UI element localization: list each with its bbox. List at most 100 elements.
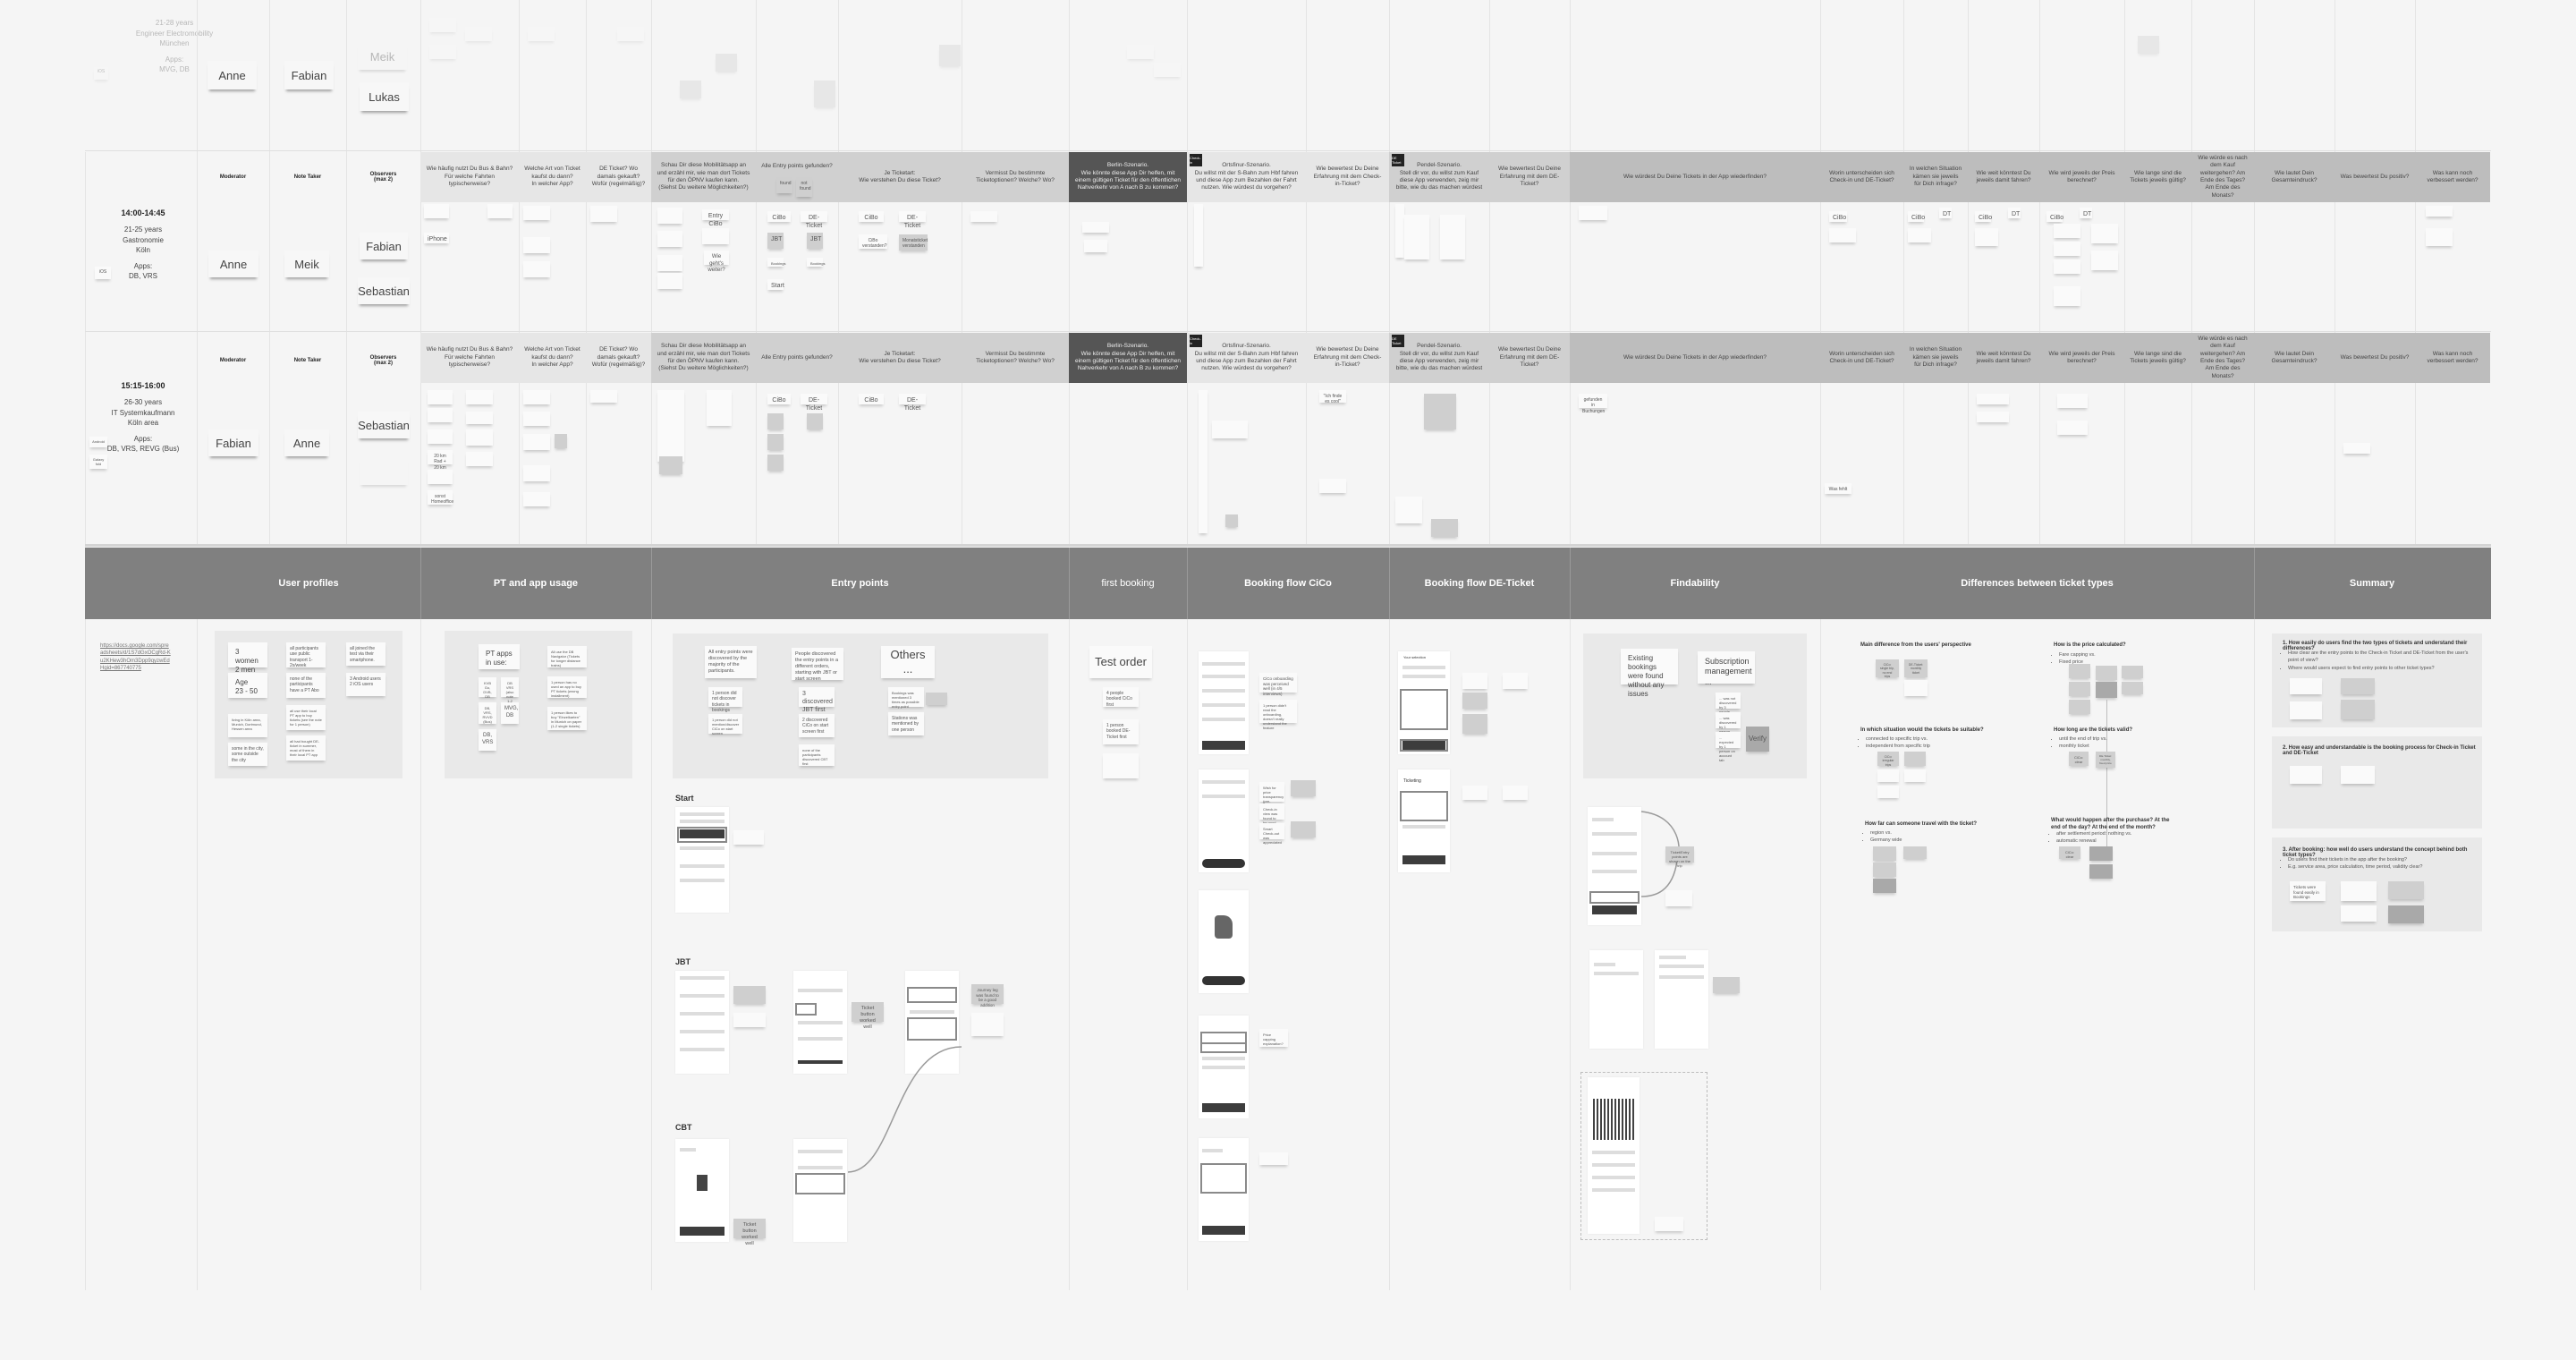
note-sticky[interactable]: JBT bbox=[807, 233, 823, 249]
note-sticky[interactable] bbox=[424, 204, 449, 218]
note-sticky[interactable] bbox=[1424, 394, 1456, 429]
difference-sticky[interactable] bbox=[2089, 864, 2113, 879]
note-sticky[interactable]: CiBo verstanden? bbox=[859, 234, 887, 249]
note-sticky[interactable]: DT bbox=[2008, 208, 2021, 218]
sticky-note[interactable] bbox=[528, 27, 555, 41]
ticket-button-note[interactable]: Ticket button worked well bbox=[733, 1219, 766, 1246]
note-sticky[interactable] bbox=[466, 412, 493, 424]
findability-note[interactable] bbox=[1713, 977, 1740, 993]
os-tag-sticky[interactable]: Android bbox=[89, 437, 107, 447]
findability-note[interactable] bbox=[1655, 1217, 1683, 1231]
cico-note-sticky[interactable]: Smart Check-out was appreciated bbox=[1259, 823, 1284, 845]
os-tag-sticky[interactable]: iOS bbox=[94, 67, 108, 80]
note-sticky[interactable]: Was fehlt bbox=[1825, 483, 1852, 494]
summary-sticky[interactable]: all had bought DE-ticket in summer, most… bbox=[286, 735, 326, 761]
cico-note-sticky[interactable] bbox=[1291, 821, 1316, 837]
note-sticky[interactable] bbox=[702, 228, 729, 244]
note-sticky[interactable] bbox=[2054, 286, 2080, 306]
difference-sticky[interactable] bbox=[2122, 666, 2143, 678]
summary-sticky[interactable] bbox=[2341, 881, 2377, 901]
note-sticky[interactable] bbox=[659, 456, 682, 474]
note-sticky[interactable] bbox=[1404, 215, 1429, 259]
note-sticky[interactable] bbox=[2426, 228, 2453, 246]
note-sticky[interactable] bbox=[657, 273, 682, 289]
note-sticky[interactable]: CiBo bbox=[859, 394, 884, 404]
entry-sticky[interactable]: none of the participants discovered CBT … bbox=[799, 744, 835, 766]
cico-note-sticky[interactable]: Price capping explanation? bbox=[1259, 1029, 1288, 1047]
findability-note[interactable]: Ticket/Entry points are shown on the tri… bbox=[1665, 846, 1694, 868]
note-sticky[interactable] bbox=[590, 206, 617, 222]
note-sticky[interactable] bbox=[1082, 222, 1109, 233]
moderator-name-sticky[interactable]: Anne bbox=[208, 251, 258, 277]
difference-sticky[interactable] bbox=[2069, 682, 2090, 696]
note-sticky[interactable]: sonst Homeoffice bbox=[428, 490, 453, 505]
app-sticky[interactable]: DB VRS (also note 1-2 times) bbox=[501, 677, 519, 708]
flow-note-sticky[interactable] bbox=[971, 1013, 1004, 1036]
de-note-sticky[interactable] bbox=[1503, 673, 1528, 689]
flow-note-sticky[interactable] bbox=[733, 1013, 766, 1027]
difference-sticky[interactable] bbox=[1904, 680, 1928, 696]
note-sticky[interactable]: CiBo bbox=[767, 394, 791, 404]
note-sticky[interactable] bbox=[657, 231, 682, 247]
note-sticky[interactable] bbox=[428, 429, 453, 444]
note-sticky[interactable] bbox=[523, 412, 550, 426]
summary-sticky[interactable] bbox=[2290, 766, 2322, 784]
note-sticky[interactable] bbox=[555, 434, 567, 448]
note-sticky[interactable]: Entry CiBo bbox=[702, 209, 729, 227]
sticky-note[interactable] bbox=[617, 27, 644, 41]
note-sticky[interactable]: Bookings bbox=[807, 258, 825, 267]
summary-sticky[interactable] bbox=[2341, 905, 2377, 922]
ticket-button-note[interactable]: Ticket button worked well bbox=[852, 1002, 884, 1030]
note-sticky[interactable] bbox=[1975, 228, 1998, 246]
note-sticky[interactable]: CiBo bbox=[859, 211, 884, 222]
note-sticky[interactable] bbox=[1319, 479, 1346, 493]
first-booking-sticky[interactable]: 4 people booked CiCo first bbox=[1103, 687, 1139, 708]
note-sticky[interactable] bbox=[523, 206, 550, 220]
sticky-note[interactable] bbox=[429, 18, 456, 32]
note-sticky[interactable]: Start bbox=[767, 279, 784, 290]
entry-sticky[interactable]: All entry points were discovered by the … bbox=[705, 646, 757, 678]
note-sticky[interactable] bbox=[2091, 251, 2118, 270]
note-sticky[interactable] bbox=[428, 470, 453, 484]
note-sticky[interactable] bbox=[1084, 240, 1107, 252]
note-sticky[interactable] bbox=[2057, 421, 2088, 435]
note-sticky[interactable] bbox=[466, 452, 493, 466]
sticky-note[interactable] bbox=[1127, 45, 1154, 59]
difference-sticky[interactable] bbox=[2069, 700, 2090, 714]
summary-sticky[interactable]: Tickets were found easily in Bookings bbox=[2290, 881, 2326, 901]
de-note-sticky[interactable] bbox=[1503, 786, 1528, 800]
summary-sticky[interactable]: all participants use public transport 1-… bbox=[286, 642, 326, 668]
entry-sticky[interactable]: 2 discovered CiCo on start screen first bbox=[799, 714, 835, 737]
note-sticky[interactable] bbox=[1225, 514, 1238, 527]
note-sticky[interactable] bbox=[970, 211, 997, 222]
summary-sticky[interactable] bbox=[2388, 905, 2424, 923]
sticky-note[interactable] bbox=[429, 45, 456, 59]
note-sticky[interactable]: CiBo bbox=[2046, 211, 2063, 222]
note-sticky[interactable] bbox=[2057, 394, 2088, 408]
cico-note-sticky[interactable]: Wish for price transparency (pre-calcula… bbox=[1259, 782, 1284, 808]
app-sticky[interactable]: MVG, DB bbox=[501, 702, 519, 724]
note-sticky[interactable] bbox=[523, 465, 550, 481]
summary-sticky[interactable]: Age 23 - 50 bbox=[228, 673, 267, 698]
pt-note-sticky[interactable]: 1 person has no used an app to buy PT ti… bbox=[547, 676, 587, 698]
summary-sticky[interactable]: all joined the test via their smartphone… bbox=[346, 642, 386, 666]
sticky-note[interactable] bbox=[814, 81, 835, 107]
note-sticky[interactable] bbox=[1579, 206, 1607, 220]
app-sticky[interactable]: DB, VRS bbox=[479, 729, 496, 751]
difference-sticky[interactable] bbox=[1873, 863, 1896, 877]
note-sticky[interactable] bbox=[767, 413, 784, 429]
sticky-note[interactable] bbox=[680, 81, 701, 98]
note-sticky[interactable] bbox=[1977, 394, 2009, 404]
summary-sticky[interactable] bbox=[2341, 766, 2375, 784]
note-sticky[interactable] bbox=[590, 390, 617, 403]
difference-sticky[interactable] bbox=[1904, 752, 1926, 766]
cico-note-sticky[interactable]: 1 person didn't read the onboarding, doe… bbox=[1259, 700, 1297, 730]
cico-note-sticky[interactable] bbox=[1291, 780, 1316, 796]
note-sticky[interactable] bbox=[657, 208, 682, 224]
sticky-note[interactable] bbox=[1154, 63, 1181, 77]
summary-sticky[interactable]: 3 Android users 2 iOS users bbox=[346, 673, 386, 696]
flow-note-sticky[interactable] bbox=[733, 830, 764, 845]
difference-sticky[interactable]: DE-Ticket: monthly ticket bbox=[1904, 659, 1928, 677]
note-sticky[interactable]: CiBo bbox=[767, 211, 791, 222]
device-tag-sticky[interactable]: Galaxy fold bbox=[89, 455, 107, 469]
